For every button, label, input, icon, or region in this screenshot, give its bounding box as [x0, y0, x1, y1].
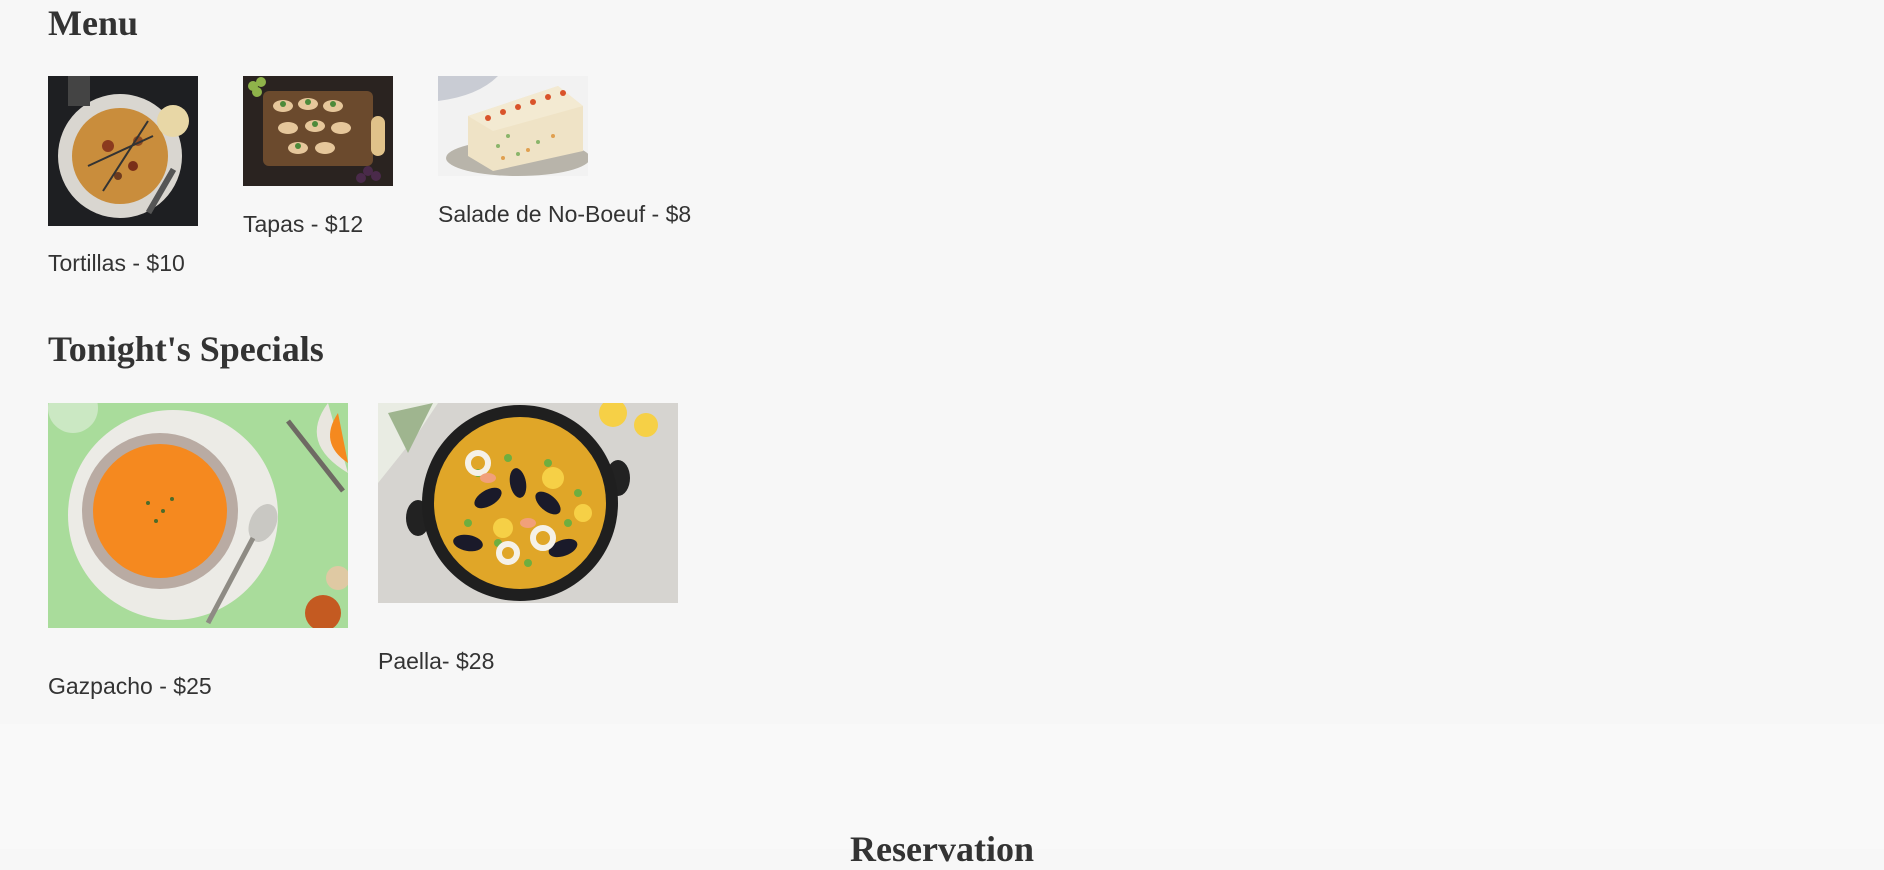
special-item-label-gazpacho: Gazpacho - $25 — [48, 673, 212, 699]
reservation-heading: Reservation — [850, 829, 1034, 869]
menu-item-label-tapas: Tapas - $12 — [243, 211, 364, 237]
tortilla-image — [48, 76, 198, 226]
specials-heading: Tonight's Specials — [48, 329, 324, 369]
menu-heading: Menu — [48, 3, 138, 43]
tapas-image — [243, 76, 393, 186]
menu-item-label-tortillas: Tortillas - $10 — [48, 250, 185, 276]
salad-terrine-image — [438, 76, 588, 176]
menu-item-label-salade: Salade de No-Boeuf - $8 — [438, 201, 692, 227]
gazpacho-image — [48, 403, 348, 628]
special-item-label-paella: Paella- $28 — [378, 648, 495, 674]
paella-image — [378, 403, 678, 603]
